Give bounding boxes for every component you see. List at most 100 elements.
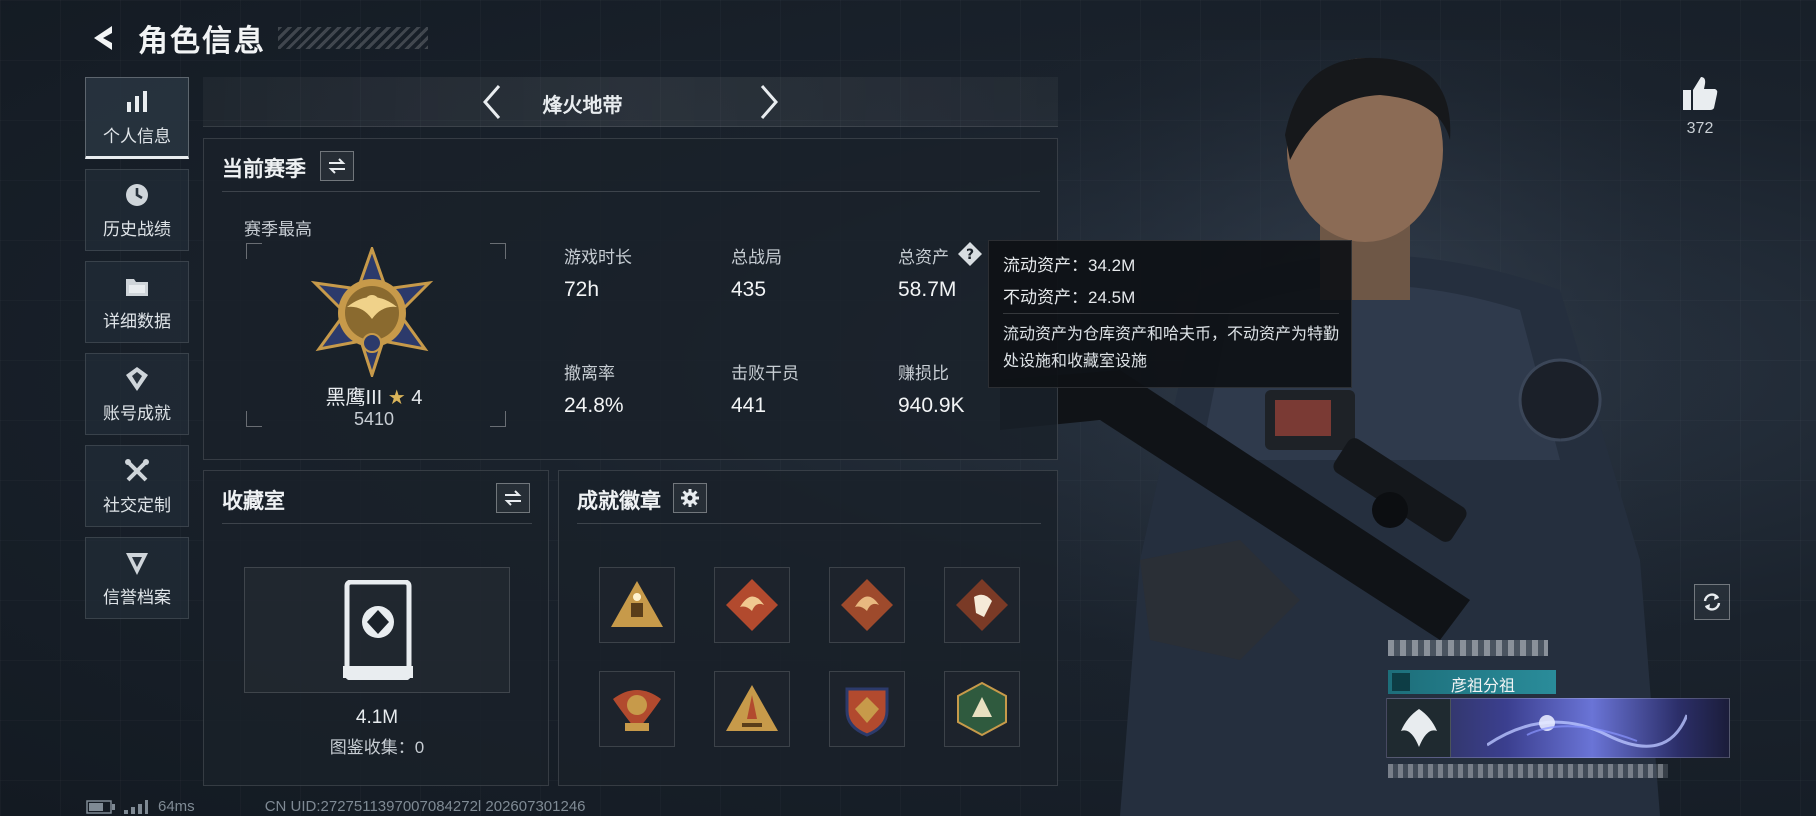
player-name-blurred bbox=[1388, 640, 1548, 656]
vault-icon bbox=[343, 580, 413, 680]
collection-value: 4.1M bbox=[355, 707, 399, 728]
chevron-right-icon bbox=[760, 85, 778, 119]
rank-score: 5410 bbox=[353, 409, 395, 429]
group-tag: 彦祖分祖 bbox=[1388, 670, 1556, 695]
achievements-title: 成就徽章 bbox=[577, 490, 661, 513]
stat-label: 击败干员 bbox=[731, 364, 799, 383]
sidebar-item-label: 历史战绩 bbox=[103, 219, 171, 239]
collection-switch-button[interactable] bbox=[496, 483, 530, 513]
shield-icon bbox=[126, 552, 148, 575]
like-button[interactable] bbox=[1680, 74, 1720, 119]
assets-tooltip: 流动资产：34.2M 不动资产：24.5M 流动资产为仓库资产和哈夫币，不动资产… bbox=[988, 240, 1352, 388]
player-banner[interactable] bbox=[1386, 698, 1730, 758]
achievements-panel: 成就徽章 bbox=[558, 470, 1058, 786]
badge-1[interactable] bbox=[599, 567, 675, 643]
frame-corner bbox=[490, 243, 506, 259]
star-shield-badge-icon bbox=[845, 687, 889, 737]
divider bbox=[1003, 313, 1339, 314]
sidebar-item-profile[interactable]: 个人信息 bbox=[85, 77, 189, 159]
mode-next-button[interactable] bbox=[748, 82, 788, 122]
stat-label: 总战局 bbox=[731, 248, 782, 267]
figure-badge-icon bbox=[956, 579, 1008, 631]
group-avatar bbox=[1392, 673, 1410, 691]
season-best-label: 赛季最高 bbox=[244, 220, 312, 239]
season-panel: 当前赛季 赛季最高 黑鹰III ★ 4 5410 游戏时长 72h 总战局 43… bbox=[203, 138, 1058, 460]
bar-chart-icon bbox=[127, 90, 147, 112]
collection-panel: 收藏室 4.1M 图鉴收集：0 bbox=[203, 470, 549, 786]
stat-label: 撤离率 bbox=[564, 364, 615, 383]
mode-title: 烽火地带 bbox=[542, 95, 623, 117]
uid-text: CN UID:2727511397007084272l 202607301246 bbox=[264, 798, 586, 815]
eagle-badge-icon bbox=[613, 690, 661, 731]
sidebar-item-details[interactable]: 详细数据 bbox=[85, 261, 189, 343]
refresh-icon bbox=[1703, 593, 1721, 611]
battery-icon bbox=[86, 799, 115, 814]
divider bbox=[577, 523, 1041, 524]
group-name: 彦祖分祖 bbox=[1450, 678, 1515, 695]
refresh-button[interactable] bbox=[1694, 584, 1730, 620]
rank-name: 黑鹰III bbox=[325, 387, 383, 409]
emblem-icon bbox=[1401, 709, 1437, 747]
status-bar: 64ms CN UID:2727511397007084272l 2026073… bbox=[86, 798, 586, 815]
thumbs-up-icon bbox=[1683, 77, 1718, 110]
dragon-badge-icon bbox=[726, 579, 778, 631]
tooltip-fixed-assets: 不动资产：24.5M bbox=[1003, 288, 1136, 307]
stat-playtime: 游戏时长 72h bbox=[564, 243, 714, 302]
sidebar-item-social[interactable]: 社交定制 bbox=[85, 445, 189, 527]
achievements-settings-button[interactable] bbox=[673, 483, 707, 513]
star-icon: ★ bbox=[387, 387, 406, 409]
page-title: 角色信息 bbox=[138, 25, 266, 58]
season-panel-title: 当前赛季 bbox=[222, 158, 306, 181]
stat-label: 游戏时长 bbox=[564, 248, 632, 267]
stat-value: 24.8% bbox=[564, 394, 624, 417]
rank-stars: 4 bbox=[411, 387, 423, 409]
collection-preview[interactable] bbox=[244, 567, 510, 693]
title-decoration bbox=[278, 27, 428, 49]
help-icon[interactable]: ? bbox=[957, 241, 983, 267]
rocket-badge-icon bbox=[726, 685, 778, 731]
header: 角色信息 bbox=[86, 16, 428, 60]
badge-8[interactable] bbox=[944, 671, 1020, 747]
frame-corner bbox=[490, 411, 506, 427]
stat-kills: 击败干员 441 bbox=[731, 359, 881, 418]
player-info-blurred bbox=[1388, 764, 1668, 778]
badge-7[interactable] bbox=[829, 671, 905, 747]
mode-selector: 烽火地带 bbox=[203, 77, 1058, 127]
like-count: 372 bbox=[1686, 120, 1714, 137]
sidebar-item-history[interactable]: 历史战绩 bbox=[85, 169, 189, 251]
history-icon bbox=[126, 183, 148, 206]
ping-value: 64ms bbox=[158, 798, 195, 815]
stat-value: 940.9K bbox=[898, 394, 965, 417]
badge-6[interactable] bbox=[714, 671, 790, 747]
stat-value: 435 bbox=[731, 278, 767, 301]
folder-icon bbox=[126, 278, 148, 296]
sidebar-item-label: 详细数据 bbox=[103, 311, 171, 331]
divider bbox=[222, 191, 1040, 192]
sidebar-item-reputation[interactable]: 信誉档案 bbox=[85, 537, 189, 619]
badge-4[interactable] bbox=[944, 567, 1020, 643]
badge-5[interactable] bbox=[599, 671, 675, 747]
badge-2[interactable] bbox=[714, 567, 790, 643]
frame-corner bbox=[246, 411, 262, 427]
achievement-icon bbox=[126, 366, 148, 391]
stat-matches: 总战局 435 bbox=[731, 243, 881, 302]
signal-icon bbox=[124, 799, 148, 814]
svg-text:?: ? bbox=[966, 247, 974, 263]
season-switch-button[interactable] bbox=[320, 151, 354, 181]
sidebar-item-label: 信誉档案 bbox=[103, 587, 171, 607]
badge-3[interactable] bbox=[829, 567, 905, 643]
swap-icon bbox=[328, 158, 346, 174]
banner-art bbox=[1487, 714, 1687, 748]
frame-corner bbox=[246, 243, 262, 259]
divider bbox=[222, 523, 532, 524]
sidebar-item-label: 社交定制 bbox=[103, 495, 171, 515]
tooltip-liquid-assets: 流动资产：34.2M bbox=[1003, 256, 1136, 275]
gear-icon bbox=[681, 489, 699, 507]
tooltip-description: 流动资产为仓库资产和哈夫币，不动资产为特勤处设施和收藏室设施 bbox=[1003, 326, 1340, 370]
back-button[interactable] bbox=[86, 20, 122, 56]
pyramid-badge-icon bbox=[611, 581, 663, 627]
rank-emblem-icon bbox=[310, 247, 434, 377]
sidebar-item-achievements[interactable]: 账号成就 bbox=[85, 353, 189, 435]
rank-name-row: 黑鹰III ★ 4 bbox=[314, 381, 434, 410]
back-arrow-icon bbox=[94, 26, 112, 50]
